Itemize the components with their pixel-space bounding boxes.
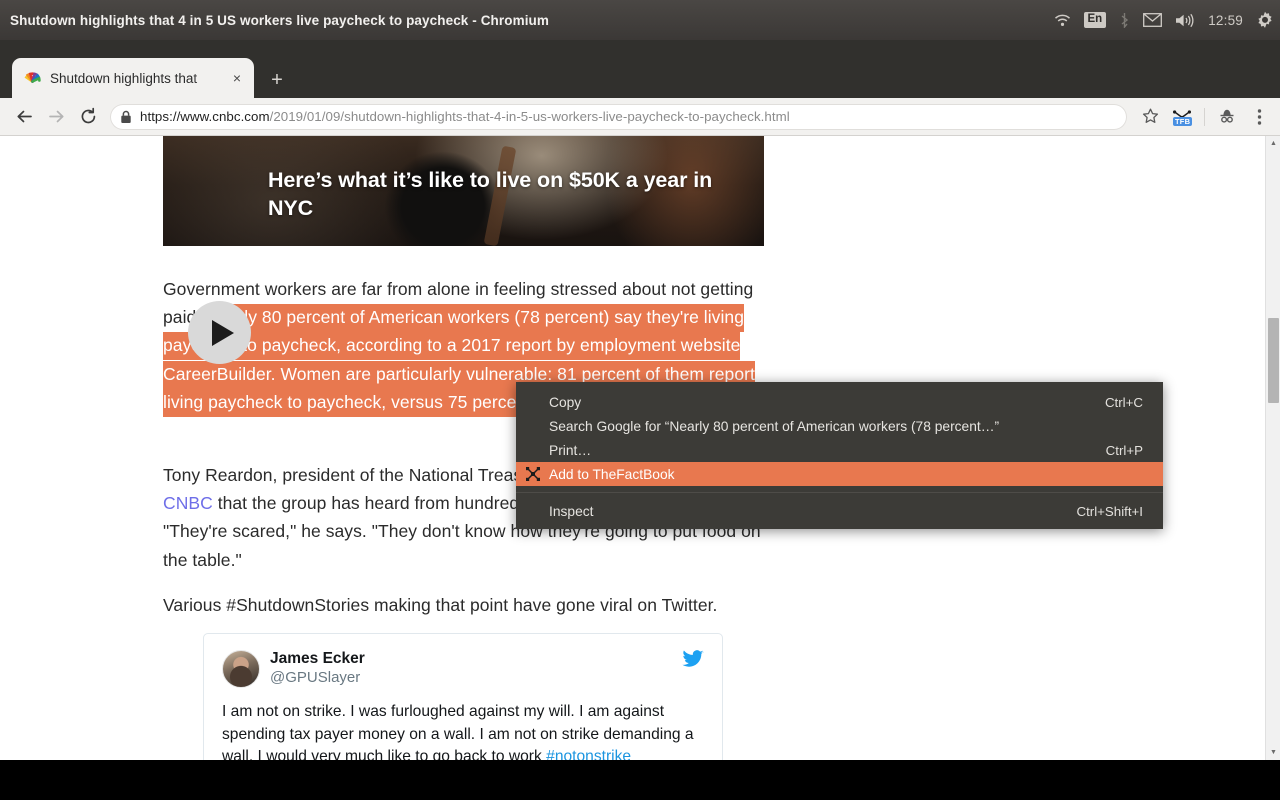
browser-toolbar: https://www.cnbc.com/2019/01/09/shutdown… <box>0 98 1280 136</box>
context-menu-item-print[interactable]: Print… Ctrl+P <box>516 438 1163 462</box>
browser-tab[interactable]: Shutdown highlights that × <box>12 58 254 98</box>
tweet-body: I am not on strike. I was furloughed aga… <box>222 701 704 760</box>
tweet-author-handle: @GPUSlayer <box>270 668 361 686</box>
wifi-icon[interactable] <box>1054 0 1071 40</box>
context-menu-item-copy[interactable]: Copy Ctrl+C <box>516 390 1163 414</box>
nbc-peacock-icon <box>24 70 41 87</box>
bluetooth-icon[interactable] <box>1119 0 1130 40</box>
context-menu-item-label: Search Google for “Nearly 80 percent of … <box>549 418 1000 434</box>
system-tray: En 12:59 <box>1054 0 1275 40</box>
lock-icon <box>120 110 132 124</box>
tweet-author-name: James Ecker <box>270 650 365 667</box>
reload-icon[interactable] <box>72 101 104 133</box>
screen: Shutdown highlights that 4 in 5 US worke… <box>0 0 1280 800</box>
avatar <box>222 650 260 688</box>
volume-icon[interactable] <box>1175 0 1195 40</box>
profile-avatar-icon[interactable] <box>1212 102 1242 132</box>
scroll-down-arrow-icon[interactable]: ▼ <box>1266 745 1280 760</box>
scrollbar-thumb[interactable] <box>1268 318 1279 403</box>
arrow-back-icon[interactable] <box>8 101 40 133</box>
page-scrollbar[interactable]: ▲ ▼ <box>1265 136 1280 760</box>
tweet-embed[interactable]: James Ecker @GPUSlayer I am not on strik… <box>203 633 723 760</box>
close-icon[interactable]: × <box>228 69 246 87</box>
scroll-up-arrow-icon[interactable]: ▲ <box>1266 136 1280 151</box>
context-menu-item-label: Print… <box>549 442 592 458</box>
window-title: Shutdown highlights that 4 in 5 US worke… <box>10 12 550 28</box>
video-title: Here’s what it’s like to live on $50K a … <box>268 168 713 221</box>
url-path: /2019/01/09/shutdown-highlights-that-4-i… <box>269 109 790 124</box>
new-tab-button[interactable]: + <box>264 68 290 94</box>
star-icon[interactable] <box>1135 102 1165 132</box>
play-icon[interactable] <box>188 301 251 364</box>
context-menu-item-search-google[interactable]: Search Google for “Nearly 80 percent of … <box>516 414 1163 438</box>
context-menu-item-shortcut: Ctrl+P <box>1105 442 1143 458</box>
address-bar[interactable]: https://www.cnbc.com/2019/01/09/shutdown… <box>110 103 1127 130</box>
context-menu-item-shortcut: Ctrl+C <box>1104 394 1143 410</box>
gear-icon[interactable] <box>1256 0 1274 40</box>
context-menu-separator <box>516 492 1163 493</box>
context-menu-item-label: Add to TheFactBook <box>549 466 675 482</box>
screen-bottom-letterbox <box>0 760 1280 800</box>
tab-strip: Shutdown highlights that × + <box>0 40 1280 98</box>
url-domain: https://www.cnbc.com <box>140 109 270 124</box>
context-menu-item-inspect[interactable]: Inspect Ctrl+Shift+I <box>516 499 1163 523</box>
thefactbook-icon <box>525 466 541 482</box>
paragraph-three: Various #ShutdownStories making that poi… <box>163 595 718 615</box>
tab-title: Shutdown highlights that <box>50 70 198 86</box>
window-titlebar: Shutdown highlights that 4 in 5 US worke… <box>0 0 1280 40</box>
arrow-forward-icon[interactable] <box>40 101 72 133</box>
toolbar-actions: TFB <box>1135 102 1280 132</box>
language-label: En <box>1083 12 1107 28</box>
cnbc-link[interactable]: CNBC <box>163 493 213 513</box>
context-menu-item-shortcut: Ctrl+Shift+I <box>1076 503 1143 519</box>
mail-icon[interactable] <box>1143 0 1163 40</box>
extension-badge: TFB <box>1173 116 1193 126</box>
tweet-header: James Ecker @GPUSlayer <box>222 650 704 688</box>
clock[interactable]: 12:59 <box>1208 0 1243 40</box>
context-menu-item-label: Inspect <box>549 503 594 519</box>
language-indicator[interactable]: En <box>1083 0 1107 40</box>
toolbar-divider <box>1204 107 1205 126</box>
thefactbook-extension-icon[interactable]: TFB <box>1167 102 1197 132</box>
context-menu-item-label: Copy <box>549 394 582 410</box>
twitter-bird-icon[interactable] <box>682 650 704 672</box>
play-triangle <box>211 319 234 346</box>
url-text: https://www.cnbc.com/2019/01/09/shutdown… <box>140 109 790 124</box>
context-menu-item-add-to-thefactbook[interactable]: Add to TheFactBook <box>516 462 1163 486</box>
tweet-hashtag[interactable]: #notonstrike <box>546 748 631 760</box>
tweet-author-block: James Ecker @GPUSlayer <box>270 650 365 688</box>
three-dot-menu-icon[interactable] <box>1244 102 1274 132</box>
context-menu[interactable]: Copy Ctrl+C Search Google for “Nearly 80… <box>516 382 1163 529</box>
